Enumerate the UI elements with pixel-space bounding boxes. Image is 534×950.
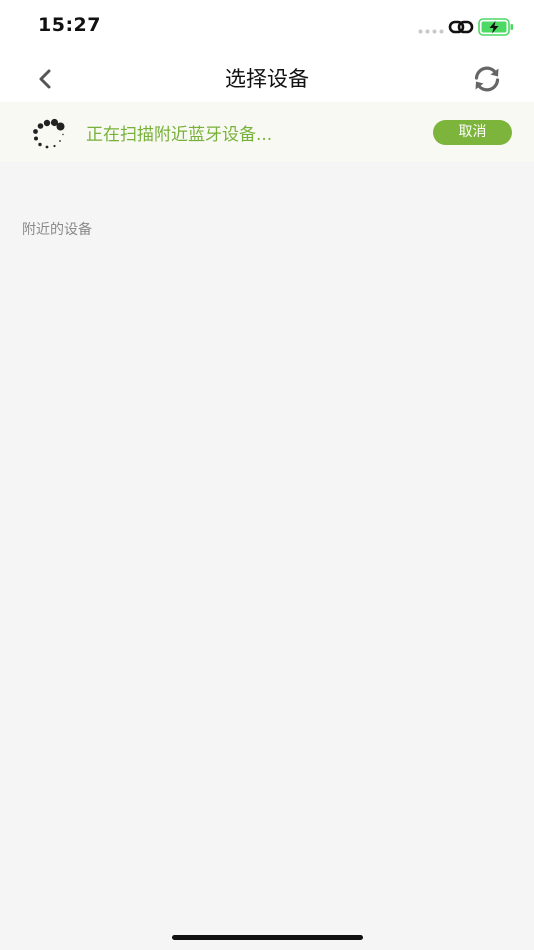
battery-charging-icon — [478, 18, 513, 36]
scan-banner: 正在扫描附近蓝牙设备... 取消 — [0, 102, 534, 162]
status-time: 15:27 — [38, 14, 101, 36]
nearby-devices-label: 附近的设备 — [22, 222, 92, 238]
scan-status-text: 正在扫描附近蓝牙设备... — [86, 125, 273, 145]
home-indicator[interactable] — [172, 935, 363, 940]
refresh-icon — [474, 66, 500, 92]
loading-spinner-icon — [33, 118, 65, 149]
signal-dots-icon — [418, 29, 444, 34]
cancel-button[interactable]: 取消 — [433, 120, 512, 145]
page-title: 选择设备 — [225, 67, 309, 91]
nav-bar: 选择设备 — [0, 54, 534, 102]
refresh-button[interactable] — [468, 60, 506, 98]
status-bar: 15:27 — [0, 0, 534, 54]
link-icon — [448, 20, 474, 34]
